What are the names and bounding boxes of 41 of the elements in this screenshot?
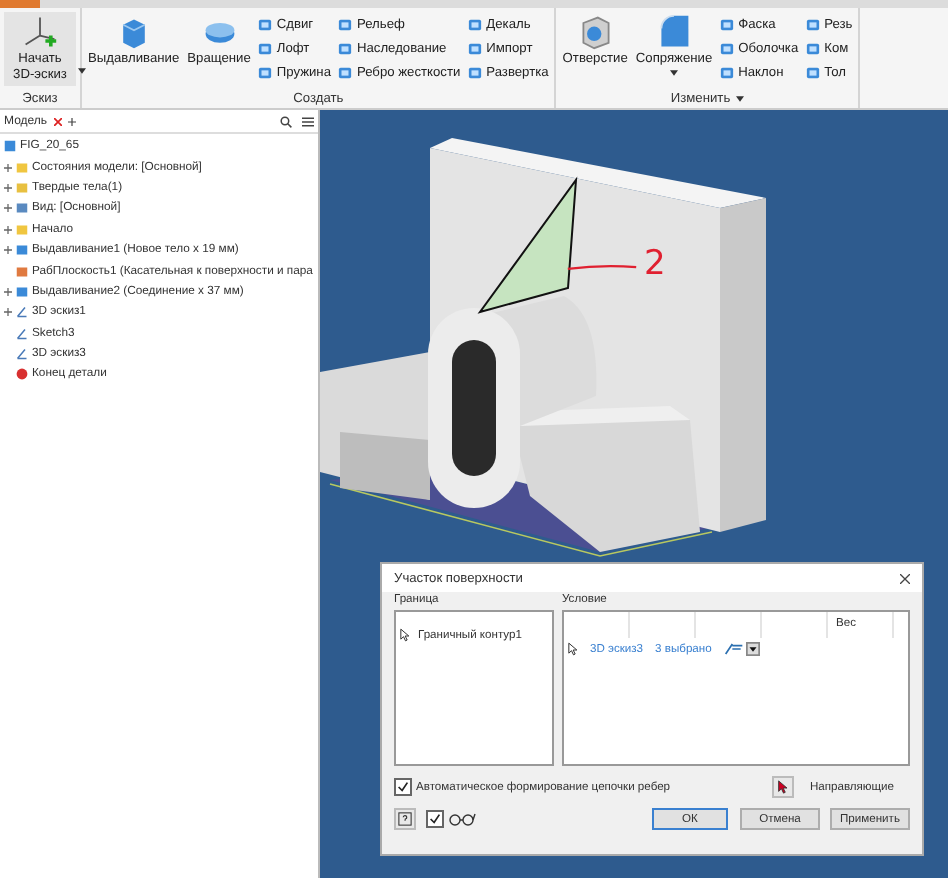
expand-icon[interactable] (4, 183, 12, 192)
condition-icon[interactable] (723, 642, 744, 656)
box-icon (16, 285, 28, 298)
checkbox[interactable] (394, 778, 412, 796)
sketch-axes-icon (22, 14, 58, 50)
preview-checkbox[interactable] (426, 810, 444, 828)
dropdown-button[interactable] (745, 642, 760, 656)
rounded-solid-icon (656, 14, 692, 50)
pointer-icon (400, 628, 410, 642)
plane-icon (16, 265, 28, 278)
help-icon (398, 812, 412, 826)
folder-icon (16, 223, 28, 236)
part-icon (4, 140, 16, 153)
sketch-icon (16, 348, 28, 361)
caret-icon[interactable] (78, 68, 86, 74)
view-icon (16, 202, 28, 215)
expand-icon[interactable] (4, 287, 12, 296)
help-button[interactable] (394, 808, 416, 830)
expand-icon[interactable] (4, 308, 12, 317)
pointer-icon (775, 780, 790, 794)
close-icon[interactable] (900, 574, 910, 584)
caret-icon[interactable] (670, 70, 678, 77)
stop-icon (16, 368, 28, 381)
annotation-number: 2 (644, 248, 666, 282)
expand-icon[interactable] (4, 163, 12, 172)
caret-icon[interactable] (736, 96, 745, 102)
expand-icon[interactable] (4, 204, 12, 213)
leader-line (566, 264, 638, 272)
close-icon[interactable] (53, 117, 62, 125)
menu-icon[interactable] (302, 115, 314, 127)
sketch-icon (16, 327, 28, 340)
pointer-button[interactable] (771, 776, 794, 798)
search-icon[interactable] (280, 115, 292, 127)
cube-hole-icon (577, 14, 614, 50)
sketch-icon (16, 306, 28, 319)
glasses-icon (448, 812, 476, 826)
expand-icon[interactable] (4, 225, 12, 234)
expand-icon[interactable] (4, 246, 12, 255)
add-icon[interactable] (67, 117, 76, 125)
box-icon (16, 244, 28, 257)
pointer-icon (568, 642, 578, 656)
